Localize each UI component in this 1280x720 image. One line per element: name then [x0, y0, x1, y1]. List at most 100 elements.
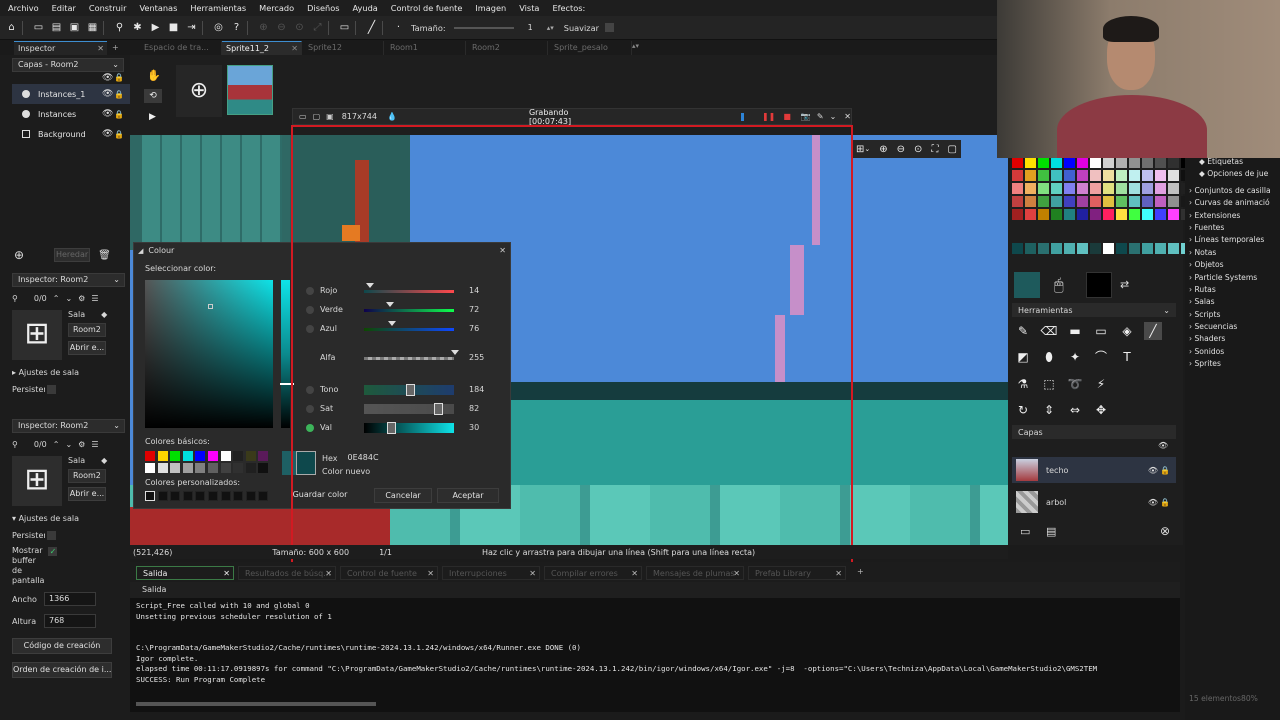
palette-swatch[interactable]	[1103, 196, 1114, 207]
ellipse-fill-icon[interactable]: ⬮	[1040, 348, 1058, 366]
rotate-icon[interactable]: ↻	[1014, 401, 1032, 419]
zoom-in-icon[interactable]: ⊕	[879, 144, 887, 155]
palette-swatch[interactable]	[1090, 157, 1101, 168]
slider-value-green[interactable]: 72	[469, 305, 479, 314]
hue-slider-handle[interactable]	[280, 383, 294, 385]
pencil-icon[interactable]: ✎	[1014, 322, 1032, 340]
frame-icon[interactable]: ▢	[947, 144, 956, 155]
palette-swatch[interactable]	[1116, 183, 1127, 194]
close-icon[interactable]: ✕	[223, 567, 230, 580]
tab-feather-messages[interactable]: Mensajes de plumas ✕	[646, 566, 744, 580]
custom-color-swatch[interactable]	[145, 491, 155, 501]
layers-header[interactable]: Capas - Room2 ⌄	[12, 58, 124, 72]
palette-swatch[interactable]	[1077, 209, 1088, 220]
fit-icon[interactable]: ⤢	[311, 21, 324, 34]
basic-color-swatch[interactable]	[170, 451, 181, 461]
custom-color-swatch[interactable]	[208, 491, 218, 501]
palette-swatch[interactable]	[1103, 170, 1114, 181]
palette-swatch[interactable]	[1116, 209, 1127, 220]
help-icon[interactable]: ?	[230, 21, 243, 34]
lock-icon[interactable]: 🔒	[114, 130, 124, 139]
wand-select-icon[interactable]: ⚡	[1092, 375, 1110, 393]
asset-tree-item[interactable]: › Curvas de animació	[1185, 198, 1280, 210]
zoom-reset-icon[interactable]: ⊙	[293, 21, 306, 34]
tab-sprite12[interactable]: Sprite12	[304, 41, 384, 55]
hand-icon[interactable]: ✋	[147, 69, 161, 82]
palette-swatch[interactable]	[1155, 170, 1166, 181]
palette-swatch[interactable]	[1116, 196, 1127, 207]
inspector-header[interactable]: Inspector: Room2 ⌄	[12, 273, 125, 287]
slider-value-alpha[interactable]: 255	[469, 353, 484, 362]
asset-tree-item[interactable]: › Líneas temporales	[1185, 235, 1280, 247]
basic-color-swatch[interactable]	[170, 463, 181, 473]
palette-swatch[interactable]	[1116, 243, 1127, 254]
basic-color-swatch[interactable]	[245, 463, 256, 473]
accept-button[interactable]: Aceptar	[437, 488, 499, 503]
save-color-button[interactable]: Guardar color	[286, 488, 354, 503]
palette-swatch[interactable]	[1116, 157, 1127, 168]
eye-icon[interactable]: 👁	[102, 109, 113, 119]
new-folder-icon[interactable]: ▤	[1046, 525, 1056, 538]
palette-swatch[interactable]	[1129, 170, 1140, 181]
palette-swatch[interactable]	[1077, 170, 1088, 181]
slider-value-hue[interactable]: 184	[469, 385, 484, 394]
palette-swatch[interactable]	[1012, 209, 1023, 220]
palette-swatch[interactable]	[1038, 243, 1049, 254]
palette-swatch[interactable]	[1142, 243, 1153, 254]
add-tab-icon[interactable]: +	[857, 567, 864, 576]
lasso-icon[interactable]: ➰	[1066, 375, 1084, 393]
menu-icon[interactable]: ☰	[91, 440, 98, 449]
fit-screen-icon[interactable]: ⛶	[931, 144, 938, 155]
slider-track-blue[interactable]	[364, 327, 454, 331]
chevron-down-icon[interactable]: ⌄	[65, 294, 72, 303]
tab-source-control[interactable]: Control de fuente ✕	[340, 566, 438, 580]
color-picker-cursor[interactable]	[208, 304, 213, 309]
loop-icon[interactable]: ⟲	[144, 89, 162, 103]
slider-track-red[interactable]	[364, 289, 454, 293]
close-icon[interactable]: ✕	[844, 112, 851, 121]
monitor-icon[interactable]: ▭	[338, 21, 351, 34]
frame-thumbnail[interactable]	[227, 65, 273, 115]
cancel-button[interactable]: Cancelar	[374, 488, 432, 503]
gear-icon[interactable]: ⚙	[78, 440, 85, 449]
asset-tree-item[interactable]: › Rutas	[1185, 285, 1280, 297]
palette-swatch[interactable]	[1012, 157, 1023, 168]
custom-color-swatch[interactable]	[258, 491, 269, 501]
mode-radio[interactable]	[306, 306, 314, 314]
asset-tree-item[interactable]: › Secuencias	[1185, 322, 1280, 334]
custom-color-swatch[interactable]	[245, 491, 256, 501]
palette-swatch[interactable]	[1064, 196, 1075, 207]
basic-color-swatch[interactable]	[233, 451, 244, 461]
target-icon[interactable]: ◎	[212, 21, 225, 34]
fill-rectangle-icon[interactable]: ▭	[1092, 322, 1110, 340]
room-name-field[interactable]: Room2	[68, 469, 106, 483]
close-icon[interactable]: ✕	[291, 42, 298, 55]
eye-icon[interactable]: 👁	[102, 73, 113, 83]
palette-swatch[interactable]	[1142, 209, 1153, 220]
slider-handle-green[interactable]	[386, 302, 395, 307]
basic-color-swatch[interactable]	[220, 463, 231, 473]
palette-swatch[interactable]	[1168, 170, 1179, 181]
asset-tree-item[interactable]: › Conjuntos de casilla	[1185, 186, 1280, 198]
asset-tree-item[interactable]: › Scripts	[1185, 310, 1280, 322]
menu-editar[interactable]: Editar	[52, 3, 76, 13]
tab-scroll-icon[interactable]: ▴▾	[632, 42, 639, 50]
chevron-down-icon[interactable]: ⌄	[864, 145, 870, 153]
eye-icon[interactable]: 👁	[1148, 466, 1158, 475]
grid-icon[interactable]: ⊞	[856, 144, 864, 155]
audio-icon[interactable]: 💧	[387, 112, 397, 121]
asset-tree-item[interactable]: › Objetos	[1185, 260, 1280, 272]
asset-tree-item[interactable]: ◆ Etiquetas	[1185, 157, 1280, 169]
mode-radio[interactable]	[306, 386, 314, 394]
pencil-line-icon[interactable]: ╱	[365, 21, 378, 34]
slider-value-sat[interactable]: 82	[469, 404, 479, 413]
lock-icon[interactable]: 🔒	[114, 110, 124, 119]
chevron-up-icon[interactable]: ⌃	[53, 294, 60, 303]
fill-shape-icon[interactable]: ◩	[1014, 348, 1032, 366]
zoom-out-icon[interactable]: ⊖	[897, 144, 905, 155]
tab-sprite11-2[interactable]: Sprite11_2 ✕	[222, 41, 302, 55]
window-icon[interactable]: ▭	[299, 112, 307, 121]
palette-swatch[interactable]	[1168, 196, 1179, 207]
primary-color-swatch[interactable]	[1014, 272, 1040, 298]
palette-swatch[interactable]	[1064, 170, 1075, 181]
